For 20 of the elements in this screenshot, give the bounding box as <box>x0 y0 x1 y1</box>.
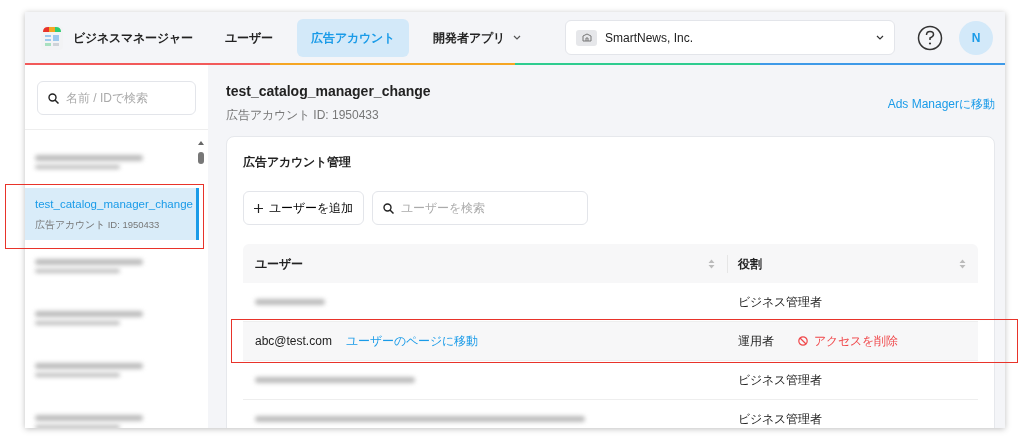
organization-name: SmartNews, Inc. <box>605 29 695 47</box>
account-title: test_catalog_manager_change <box>226 82 431 101</box>
role-text: 運用者 <box>738 333 774 350</box>
organization-selector[interactable]: SmartNews, Inc. <box>565 20 895 55</box>
role-text: ビジネス管理者 <box>738 411 822 428</box>
add-user-button[interactable]: ユーザーを追加 <box>243 191 364 225</box>
role-text: ビジネス管理者 <box>738 294 822 311</box>
search-field[interactable]: ユーザーを検索 <box>372 191 588 225</box>
user-email: abc@test.com <box>255 333 332 350</box>
column-header[interactable]: ユーザー <box>255 254 303 273</box>
role-text: ビジネス管理者 <box>738 372 822 389</box>
account-item[interactable]: test_catalog_manager_change 広告アカウント ID: 1950433 <box>25 188 199 240</box>
column-header[interactable]: 役割 <box>738 254 762 273</box>
nav-tab[interactable]: 開発者アプリ <box>419 18 535 57</box>
remove-access-link[interactable]: アクセスを削除 <box>798 332 898 350</box>
search-field[interactable]: 名前 / IDで検索 <box>37 81 196 115</box>
nav-tab[interactable]: ユーザー <box>211 18 287 57</box>
account-id: 広告アカウント ID: 1950433 <box>226 107 380 124</box>
app-title: ビジネスマネージャー <box>73 29 193 47</box>
card-title: 広告アカウント管理 <box>243 154 352 171</box>
